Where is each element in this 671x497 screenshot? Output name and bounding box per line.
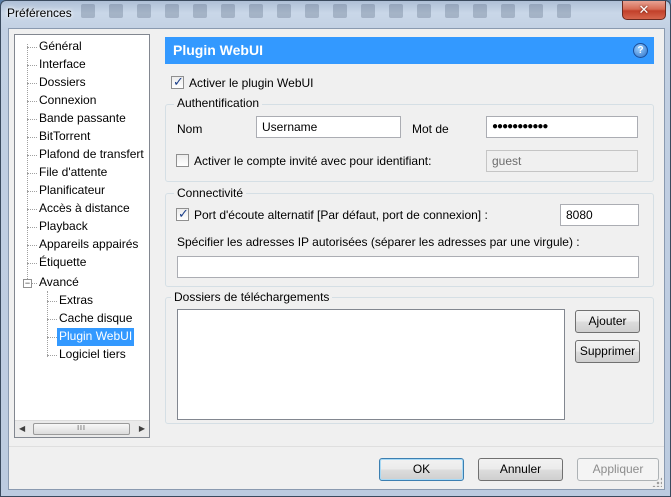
section-header: Plugin WebUI ?	[165, 37, 654, 64]
download-folders-title: Dossiers de téléchargements	[171, 290, 333, 304]
tree-item-general[interactable]: Général	[37, 38, 84, 56]
tree-item-queue[interactable]: File d'attente	[37, 164, 109, 182]
scroll-right-icon[interactable]: ▶	[139, 424, 145, 433]
name-label: Nom	[177, 122, 203, 136]
password-label: Mot de	[412, 122, 449, 136]
scroll-thumb[interactable]: III	[33, 423, 130, 435]
alt-port-checkbox[interactable]	[176, 206, 189, 222]
tree-collapse-toggle[interactable]: −	[23, 279, 32, 288]
apply-button[interactable]: Appliquer	[577, 458, 659, 481]
background-toolbar-icons	[81, 4, 601, 22]
password-input[interactable]: ●●●●●●●●●●●	[486, 116, 638, 138]
preferences-window: Préférences ✕ − Général Interface Dossie…	[0, 0, 671, 497]
tree-item-scheduler[interactable]: Planificateur	[37, 182, 107, 200]
guest-account-checkbox[interactable]	[176, 154, 189, 167]
enable-webui-label: Activer le plugin WebUI	[189, 76, 314, 90]
tree-item-extras[interactable]: Extras	[57, 292, 95, 310]
tree-item-plugin-webui[interactable]: Plugin WebUI	[57, 328, 135, 346]
ok-button[interactable]: OK	[379, 458, 464, 481]
tree-item-bittorrent[interactable]: BitTorrent	[37, 128, 92, 146]
remove-folder-button[interactable]: Supprimer	[575, 340, 640, 363]
scroll-left-icon[interactable]: ◀	[19, 424, 25, 433]
tree-item-playback[interactable]: Playback	[37, 218, 90, 236]
guest-id-input[interactable]: guest	[486, 150, 638, 172]
help-icon[interactable]: ?	[633, 43, 648, 58]
tree-item-remote[interactable]: Accès à distance	[37, 200, 132, 218]
window-title: Préférences	[7, 6, 72, 20]
tree-item-disk-cache[interactable]: Cache disque	[57, 310, 134, 328]
tree-item-third-party[interactable]: Logiciel tiers	[57, 346, 128, 364]
tree-item-paired-devices[interactable]: Appareils appairés	[37, 236, 140, 254]
cancel-button[interactable]: Annuler	[478, 458, 563, 481]
tree-item-bandwidth[interactable]: Bande passante	[37, 110, 128, 128]
tree-item-interface[interactable]: Interface	[37, 56, 88, 74]
category-tree[interactable]: − Général Interface Dossiers Connexion B…	[14, 34, 150, 438]
dialog-body: − Général Interface Dossiers Connexion B…	[8, 28, 665, 490]
close-button[interactable]: ✕	[622, 1, 666, 20]
tree-horizontal-scrollbar[interactable]: ◀ III ▶	[15, 420, 149, 437]
connectivity-group-title: Connectivité	[174, 186, 247, 200]
auth-group-title: Authentification	[174, 96, 263, 110]
alt-port-label: Port d'écoute alternatif [Par défaut, po…	[194, 208, 488, 222]
tree-item-connection[interactable]: Connexion	[37, 92, 98, 110]
alt-port-input[interactable]: 8080	[560, 204, 639, 226]
close-icon: ✕	[638, 2, 650, 17]
download-folders-list[interactable]	[177, 309, 565, 420]
footer-separator	[9, 446, 664, 447]
tree-item-label[interactable]: Étiquette	[37, 254, 88, 272]
tree-item-transfer-cap[interactable]: Plafond de transfert	[37, 146, 146, 164]
allowed-ip-input[interactable]	[177, 256, 639, 278]
add-folder-button[interactable]: Ajouter	[575, 310, 640, 333]
tree-item-advanced[interactable]: Avancé	[37, 274, 81, 292]
allowed-ip-label: Spécifier les adresses IP autorisées (sé…	[177, 235, 580, 249]
section-title: Plugin WebUI	[173, 42, 263, 58]
username-input[interactable]: Username	[256, 116, 401, 138]
title-bar[interactable]: Préférences ✕	[1, 1, 670, 27]
enable-webui-checkbox[interactable]	[171, 74, 184, 90]
tree-item-folders[interactable]: Dossiers	[37, 74, 88, 92]
guest-account-label: Activer le compte invité avec pour ident…	[194, 154, 432, 168]
